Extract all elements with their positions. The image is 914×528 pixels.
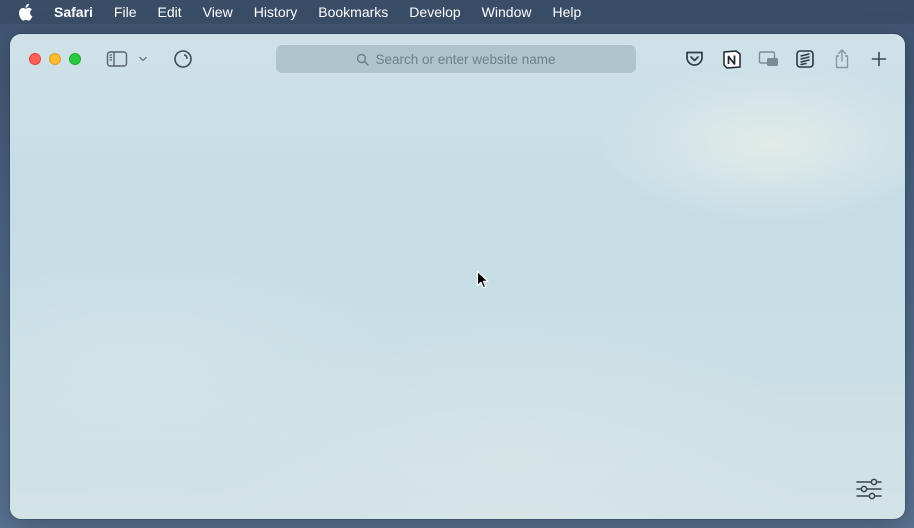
picture-in-picture-icon[interactable] <box>758 50 780 68</box>
address-placeholder: Search or enter website name <box>375 51 556 67</box>
address-bar[interactable]: Search or enter website name <box>276 45 636 73</box>
notion-icon[interactable] <box>721 49 742 70</box>
customize-start-page-icon[interactable] <box>855 477 883 506</box>
share-icon[interactable] <box>833 48 851 70</box>
zoom-button[interactable] <box>69 53 81 65</box>
menu-bookmarks[interactable]: Bookmarks <box>318 4 388 20</box>
menu-history[interactable]: History <box>254 4 298 20</box>
search-icon <box>356 53 370 66</box>
menu-help[interactable]: Help <box>552 4 581 20</box>
reader-list-icon[interactable] <box>795 49 815 69</box>
minimize-button[interactable] <box>49 53 61 65</box>
add-tab-icon[interactable] <box>870 50 888 68</box>
menu-develop[interactable]: Develop <box>409 4 460 20</box>
menu-edit[interactable]: Edit <box>157 4 181 20</box>
pocket-icon[interactable] <box>684 49 705 69</box>
sidebar-icon[interactable] <box>106 50 128 68</box>
menu-app-name[interactable]: Safari <box>54 4 93 20</box>
menu-file[interactable]: File <box>114 4 137 20</box>
mouse-pointer-icon <box>476 270 490 295</box>
chevron-down-icon[interactable] <box>137 53 149 65</box>
menu-view[interactable]: View <box>203 4 233 20</box>
close-button[interactable] <box>29 53 41 65</box>
toolbar: Search or enter website name <box>10 34 905 86</box>
privacy-icon[interactable] <box>173 49 193 69</box>
safari-window: Search or enter website name <box>10 34 905 519</box>
apple-menu-icon[interactable] <box>17 3 39 21</box>
menu-window[interactable]: Window <box>482 4 532 20</box>
menu-bar: Safari File Edit View History Bookmarks … <box>0 0 914 24</box>
